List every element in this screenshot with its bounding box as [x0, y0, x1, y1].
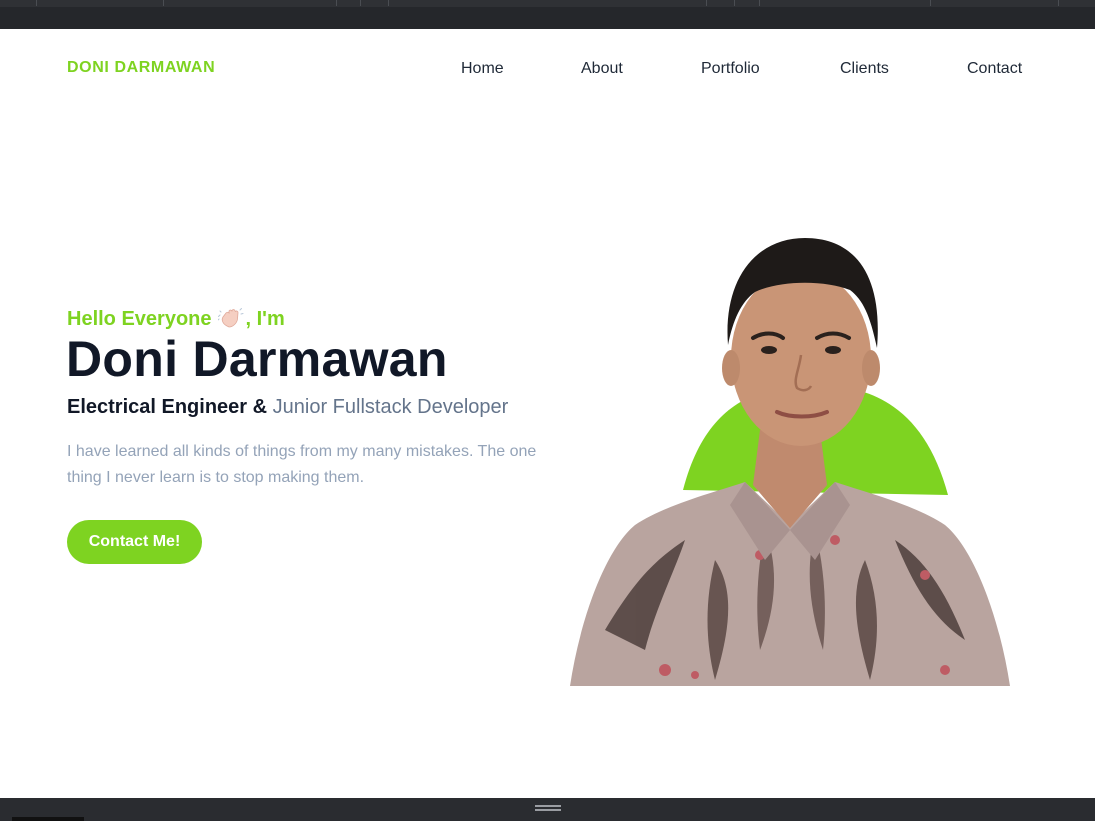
nav-contact[interactable]: Contact: [967, 60, 1022, 78]
tab-divider: [360, 0, 361, 6]
greeting-suffix: , I'm: [245, 308, 285, 330]
greeting-prefix: Hello Everyone: [67, 308, 212, 330]
profile-photo: [570, 238, 1010, 686]
hero-greeting: Hello Everyone , I'm: [67, 307, 285, 331]
tab-divider: [163, 0, 164, 6]
resize-grip-icon[interactable]: [535, 805, 561, 811]
hero-name: Doni Darmawan: [66, 331, 448, 387]
hero-role: Electrical Engineer & Junior Fullstack D…: [67, 396, 508, 419]
tab-divider: [706, 0, 707, 6]
waving-hand-icon: [217, 308, 244, 328]
nav-about[interactable]: About: [581, 60, 623, 78]
nav-portfolio[interactable]: Portfolio: [701, 60, 760, 78]
devtools-resize-bar: [0, 798, 1095, 821]
role-secondary: Junior Fullstack Developer: [272, 396, 509, 418]
browser-top-bar: [0, 0, 1095, 29]
site-navbar: DONI DARMAWAN Home About Portfolio Clien…: [0, 29, 1095, 109]
tab-divider: [734, 0, 735, 6]
bottom-tab: [12, 817, 84, 821]
nav-home[interactable]: Home: [461, 60, 504, 78]
tab-divider: [759, 0, 760, 6]
hero-description: I have learned all kinds of things from …: [67, 443, 537, 486]
tab-divider: [36, 0, 37, 6]
role-primary: Electrical Engineer: [67, 396, 248, 418]
tab-divider: [388, 0, 389, 6]
contact-me-button[interactable]: Contact Me!: [67, 520, 202, 564]
nav-clients[interactable]: Clients: [840, 60, 889, 78]
tab-divider: [1058, 0, 1059, 6]
brand-logo[interactable]: DONI DARMAWAN: [67, 59, 215, 77]
role-joiner: &: [247, 396, 273, 418]
tab-divider: [930, 0, 931, 6]
tab-divider: [336, 0, 337, 6]
